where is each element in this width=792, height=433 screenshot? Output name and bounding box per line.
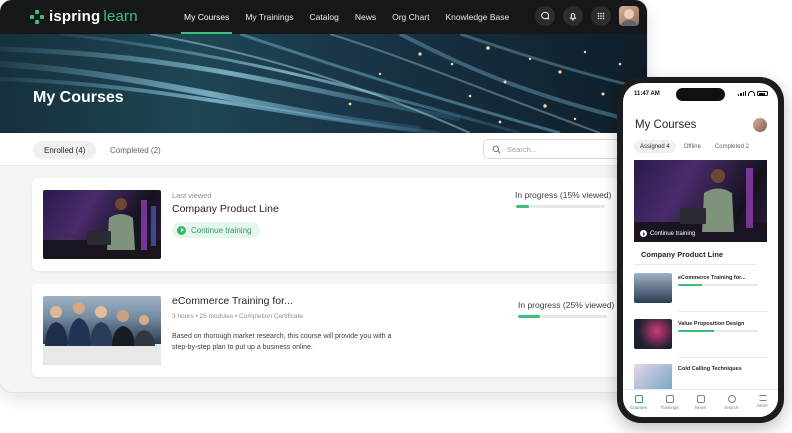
continue-training-label: Continue training <box>191 225 252 235</box>
phone-nav-label: Trainings <box>660 405 679 410</box>
megaphone-icon <box>696 395 705 403</box>
phone-list-item[interactable]: Value Proposition Design <box>634 319 768 351</box>
phone-avatar[interactable] <box>753 118 767 132</box>
divider <box>678 357 768 358</box>
progress-bar <box>678 284 758 286</box>
progress-bar <box>678 330 758 332</box>
status-icons <box>738 91 768 96</box>
phone-nav-courses[interactable]: Courses <box>627 395 651 410</box>
phone-featured-title[interactable]: Company Product Line <box>641 250 723 259</box>
desktop-window: ispring learn My Courses My Trainings Ca… <box>0 0 647 392</box>
progress-bar-fill <box>678 284 702 286</box>
tab-enrolled[interactable]: Enrolled (4) <box>33 141 97 159</box>
menu-icon <box>758 395 767 401</box>
brand-name: ispring <box>49 8 101 25</box>
apps-grid-icon[interactable] <box>591 6 611 26</box>
course-title[interactable]: eCommerce Training for... <box>172 295 293 307</box>
phone-course-title: Value Proposition Design <box>678 321 745 327</box>
ispring-logo-icon <box>30 9 44 24</box>
top-bar: ispring learn My Courses My Trainings Ca… <box>0 0 647 34</box>
nav-my-courses[interactable]: My Courses <box>176 0 237 34</box>
progress-bar-fill <box>678 330 714 332</box>
course-thumbnail <box>634 273 672 303</box>
progress-status: In progress (15% viewed) <box>515 190 612 200</box>
phone-nav-label: Courses <box>630 405 647 410</box>
play-icon <box>177 225 186 235</box>
nav-catalog[interactable]: Catalog <box>302 0 347 34</box>
continue-training-button[interactable]: Continue training <box>172 222 261 238</box>
course-tabs-bar: Enrolled (4) Completed (2) <box>0 133 647 166</box>
phone-nav-trainings[interactable]: Trainings <box>658 395 682 410</box>
page-title: My Courses <box>33 89 124 106</box>
fiber-optic-image <box>0 34 647 133</box>
battery-icon <box>757 91 768 96</box>
phone-course-title: eCommerce Training for... <box>678 275 746 281</box>
phone-tab-assigned[interactable]: Assigned 4 <box>634 140 676 153</box>
progress-bar-fill <box>516 205 530 208</box>
signal-icon <box>738 91 746 96</box>
course-card[interactable]: Last viewed Company Product Line Continu… <box>32 178 620 271</box>
phone-continue-button[interactable]: Continue training <box>640 230 695 237</box>
course-meta: 3 hours • 25 modules • Completion Certif… <box>172 313 304 320</box>
phone-tab-completed[interactable]: Completed 2 <box>709 140 755 153</box>
progress-bar <box>516 205 605 208</box>
phone-featured-course[interactable]: Continue training <box>634 160 767 242</box>
status-time: 11:47 AM <box>634 91 660 97</box>
phone-notch <box>676 88 725 101</box>
last-viewed-label: Last viewed <box>172 191 212 200</box>
phone-nav-label: More <box>757 403 768 408</box>
brand-suffix: learn <box>103 8 138 25</box>
phone-tabs: Assigned 4 Offline Completed 2 <box>634 140 755 153</box>
play-icon <box>640 230 647 237</box>
phone-nav-search[interactable]: Search <box>720 395 744 410</box>
course-description: Based on thorough market research, this … <box>172 333 392 351</box>
main-nav: My Courses My Trainings Catalog News Org… <box>176 0 517 34</box>
search-icon <box>727 395 736 403</box>
bell-icon[interactable] <box>563 6 583 26</box>
calendar-icon <box>665 395 674 403</box>
chat-icon[interactable] <box>535 6 555 26</box>
meeting-image <box>43 302 161 365</box>
user-avatar[interactable] <box>619 6 639 26</box>
phone-screen: 11:47 AM My Courses Assigned 4 Offline C… <box>623 83 778 417</box>
tab-completed[interactable]: Completed (2) <box>99 141 172 159</box>
divider <box>634 264 756 265</box>
progress-bar <box>518 315 607 318</box>
phone-course-title: Cold Calling Techniques <box>678 366 742 372</box>
phone-nav-more[interactable]: More <box>751 395 775 408</box>
logo[interactable]: ispring learn <box>30 8 138 25</box>
course-thumbnail <box>634 319 672 349</box>
wifi-icon <box>748 91 755 96</box>
progress-status: In progress (25% viewed) <box>518 300 615 310</box>
nav-knowledge-base[interactable]: Knowledge Base <box>437 0 517 34</box>
phone-tab-offline[interactable]: Offline <box>678 140 707 153</box>
top-actions <box>535 6 639 26</box>
course-title[interactable]: Company Product Line <box>172 203 279 215</box>
phone-continue-label: Continue training <box>650 230 696 237</box>
progress-bar-fill <box>518 315 541 318</box>
course-card[interactable]: eCommerce Training for... 3 hours • 25 m… <box>32 284 620 377</box>
phone-bottom-nav: Courses Trainings News Search More <box>623 389 778 417</box>
phone-list-item[interactable]: eCommerce Training for... <box>634 273 768 305</box>
course-thumbnail[interactable] <box>43 190 161 259</box>
phone-nav-label: News <box>694 405 707 410</box>
phone-nav-news[interactable]: News <box>689 395 713 410</box>
presenter-image <box>43 198 161 259</box>
nav-my-trainings[interactable]: My Trainings <box>237 0 301 34</box>
phone-page-title: My Courses <box>635 119 697 131</box>
search-input[interactable] <box>507 144 607 154</box>
phone-device: 11:47 AM My Courses Assigned 4 Offline C… <box>617 77 784 423</box>
course-thumbnail[interactable] <box>43 296 161 365</box>
divider <box>678 311 768 312</box>
hero-banner: My Courses <box>0 34 647 133</box>
stage: ispring learn My Courses My Trainings Ca… <box>0 0 792 433</box>
search-icon <box>492 145 501 153</box>
book-icon <box>634 395 643 403</box>
nav-news[interactable]: News <box>347 0 384 34</box>
nav-org-chart[interactable]: Org Chart <box>384 0 437 34</box>
phone-nav-label: Search <box>724 405 739 410</box>
